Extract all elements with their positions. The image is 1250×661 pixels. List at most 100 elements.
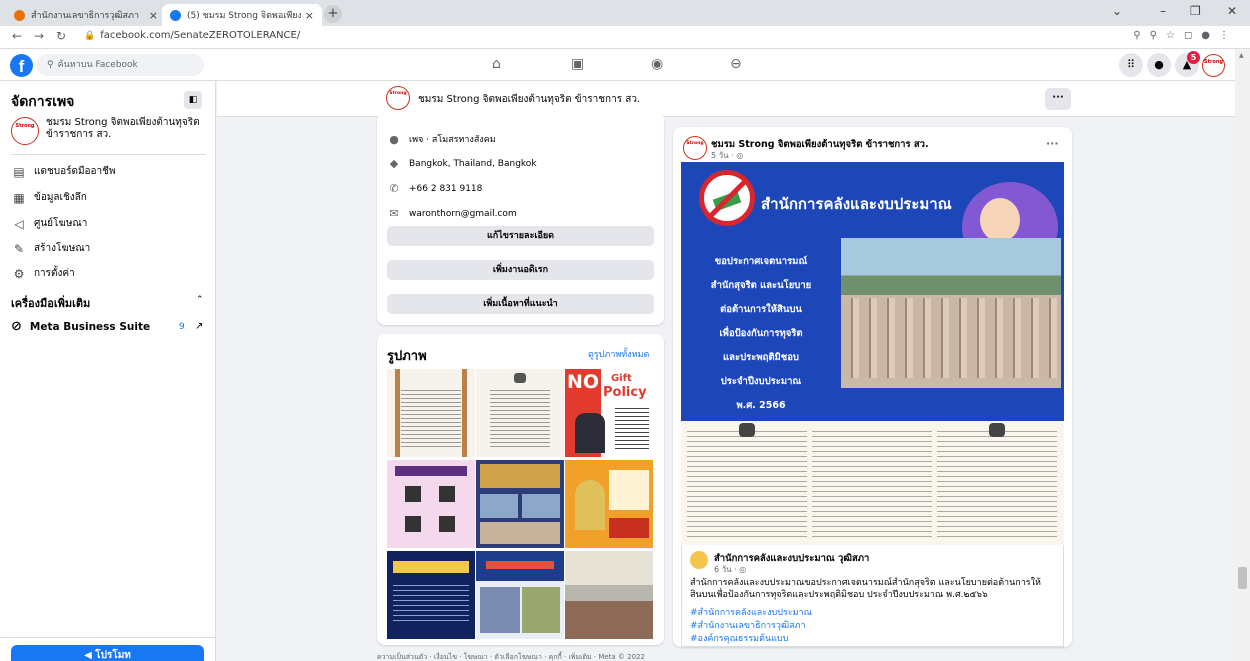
forward-icon[interactable]: → [34,29,44,43]
sidebar-item-label: การตั้งค่า [34,268,75,279]
sidebar-item-settings[interactable]: ⚙ การตั้งค่า [11,266,75,281]
about-phone: ✆ +66 2 831 9118 [387,182,482,195]
sidebar-page-switcher[interactable]: Strong ชมรม Strong จิตพอเพียงต้านทุจริต … [11,117,206,145]
tab-favicon-icon [14,9,25,21]
sidebar-item-label: ศูนย์โฆษณา [34,218,88,229]
page-avatar[interactable]: Strong [386,86,410,110]
facebook-logo[interactable]: f [10,54,33,77]
gift-policy-no: NO [567,371,600,393]
promote-button[interactable]: ◀ โปรโมท [11,645,204,661]
tab-search-icon[interactable]: ⌄ [1112,4,1122,18]
facebook-search-input[interactable]: ⚲ ค้นหาบน Facebook [37,54,204,76]
photo-thumbnail-gift-policy[interactable]: NO Gift Policy [565,369,653,457]
sidebar-item-ad-center[interactable]: ◁ ศูนย์โฆษณา [11,216,87,231]
notification-badge: 5 [1187,51,1200,64]
post-banner-image[interactable]: สำนักการคลังและงบประมาณ ขอประกาศเจตนารมณ… [681,162,1064,421]
shared-post: สำนักการคลังและงบประมาณ วุฒิสภา 6 วัน · … [681,545,1064,647]
facebook-favicon-icon [170,9,181,21]
photo-thumbnail-qr[interactable] [387,460,475,548]
browser-toolbar-icons[interactable]: ⚲⚲☆◻●⋮ [1133,30,1238,41]
meta-business-suite-link[interactable]: ⊘ Meta Business Suite 9 ↗ [11,319,206,334]
post-author-name[interactable]: ชมรม Strong จิตพอเพียงต้านทุจริต ข้าราชก… [711,137,929,152]
photo-thumbnail[interactable] [476,369,564,457]
about-location-text: Bangkok, Thailand, Bangkok [409,158,537,169]
post-timestamp[interactable]: 5 วัน · ◎ [711,149,743,162]
gift-policy-gift: Gift [611,373,632,384]
banner-portrait [980,198,1020,242]
edit-details-button[interactable]: แก้ไขรายละเอียด [387,226,654,246]
messenger-icon[interactable]: ● [1147,53,1171,77]
facebook-top-bar: f ⚲ ค้นหาบน Facebook ⌂ ▣ ◉ ⊖ ⠿ ● ▲ 5 Stro… [0,49,1250,81]
sidebar-page-name: ชมรม Strong จิตพอเพียงต้านทุจริต ข้าราชก… [46,117,200,140]
mbs-label: Meta Business Suite [29,320,151,333]
lock-icon: 🔒 [84,31,96,41]
post-document-images[interactable] [681,421,1064,545]
sidebar-item-insights[interactable]: ▦ ข้อมูลเชิงลึก [11,190,87,205]
browser-tab-senate[interactable]: สำนักงานเลขาธิการวุฒิสภา × [6,4,166,26]
chevron-up-icon[interactable]: ⌃ [196,295,204,305]
address-bar: ← → ↻ 🔒 facebook.com/SenateZEROTOLERANCE/… [0,26,1250,49]
page-scrollbar[interactable]: ▲ [1235,49,1250,661]
url-field[interactable]: 🔒 facebook.com/SenateZEROTOLERANCE/ [84,30,300,41]
account-avatar[interactable]: Strong [1202,54,1225,77]
divider [11,154,206,155]
collapse-sidebar-icon[interactable]: ◧ [184,91,202,109]
sidebar-item-dashboard[interactable]: ▤ แดชบอร์ดมืออาชีพ [11,164,116,179]
about-phone-text: +66 2 831 9118 [409,183,483,194]
gaming-icon[interactable]: ⊖ [730,56,742,72]
banner-title: สำนักการคลังและงบประมาณ [761,195,952,213]
banner-line: ต่อต้านการให้สินบน [720,304,802,315]
back-icon[interactable]: ← [12,29,22,43]
shared-timestamp[interactable]: 6 วัน · ◎ [714,563,746,576]
search-icon: ⚲ [47,60,54,70]
email-icon: ✉ [389,207,399,220]
browser-tab-facebook[interactable]: (5) ชมรม Strong จิตพอเพียงต้านทุจริ × [162,4,322,26]
add-hobbies-button[interactable]: เพิ่มงานอดิเรก [387,260,654,280]
photo-thumbnail-poster[interactable] [387,551,475,639]
maximize-icon[interactable]: ❐ [1190,4,1201,18]
hashtag-link[interactable]: #สำนักงานเลขาธิการวุฒิสภา [690,618,806,632]
about-category-text: เพจ · สโมสรทางสังคม [409,135,496,145]
close-window-icon[interactable]: ✕ [1227,4,1237,18]
new-tab-button[interactable]: + [324,5,342,23]
sidebar-item-label: แดชบอร์ดมืออาชีพ [34,166,116,177]
sidebar-item-create-ad[interactable]: ✎ สร้างโฆษณา [11,241,90,256]
photo-thumbnail[interactable] [387,369,475,457]
post-options-icon[interactable]: ··· [1046,137,1059,150]
page-header-name[interactable]: ชมรม Strong จิตพอเพียงต้านทุจริต ข้าราชก… [418,92,640,107]
megaphone-icon: ◁ [14,216,24,231]
photos-title: รูปภาพ [387,349,427,364]
tab-title: (5) ชมรม Strong จิตพอเพียงต้านทุจริ [187,11,301,21]
shared-post-text: สำนักการคลังและงบประมาณขอประกาศเจตนารมณ์… [690,578,1041,600]
more-tools-heading: เครื่องมือเพิ่มเติม [11,297,91,310]
minimize-icon[interactable]: – [1160,4,1166,18]
photo-thumbnail-meeting[interactable] [565,551,653,639]
banner-line: สำนักสุจริต และนโยบาย [710,280,812,291]
watch-icon[interactable]: ▣ [571,56,584,72]
add-featured-button[interactable]: เพิ่มเนื้อหาที่แนะนำ [387,294,654,314]
hashtag-link[interactable]: #สำนักการคลังและงบประมาณ [690,605,812,619]
shared-author-avatar[interactable] [690,551,708,569]
photo-thumbnail-temple[interactable] [565,460,653,548]
tab-close-icon[interactable]: × [149,9,158,22]
photo-thumbnail-news[interactable] [476,460,564,548]
groups-icon[interactable]: ◉ [651,56,663,72]
about-email-text: waronthorn@gmail.com [409,208,517,219]
scroll-up-icon[interactable]: ▲ [1239,52,1244,59]
page-footer[interactable]: ความเป็นส่วนตัว · เงื่อนไข · โฆษณา · ตัว… [377,652,645,661]
gift-policy-policy: Policy [603,385,647,400]
hashtag-link[interactable]: #องค์กรคุณธรรมต้นแบบ [690,631,788,645]
about-card: ● เพจ · สโมสรทางสังคม ◆ Bangkok, Thailan… [377,112,664,325]
see-all-photos-link[interactable]: ดูรูปภาพทั้งหมด [588,347,649,361]
home-icon[interactable]: ⌂ [492,56,501,72]
post-author-avatar[interactable]: Strong [683,136,707,160]
phone-icon: ✆ [389,182,399,195]
scrollbar-thumb[interactable] [1238,567,1247,589]
reload-icon[interactable]: ↻ [56,29,66,43]
feed-post: Strong ชมรม Strong จิตพอเพียงต้านทุจริต … [673,127,1072,647]
tab-close-icon[interactable]: × [305,9,314,22]
banner-line: ขอประกาศเจตนารมณ์ [714,256,808,267]
photo-thumbnail-group[interactable] [476,551,564,639]
menu-grid-icon[interactable]: ⠿ [1119,53,1143,77]
page-more-button[interactable]: ··· [1045,88,1071,110]
